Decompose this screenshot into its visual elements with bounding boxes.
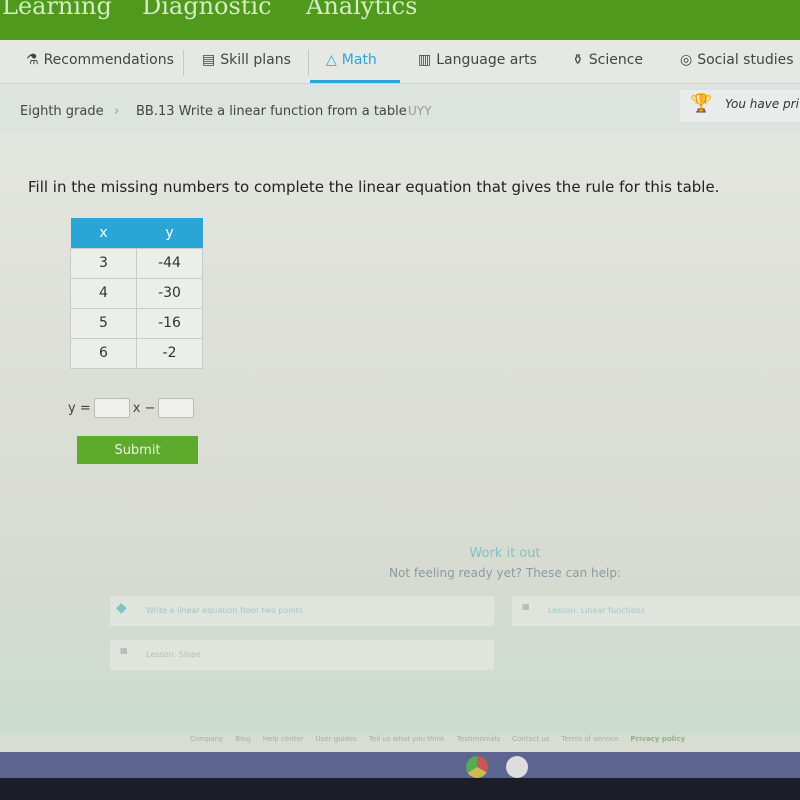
microscope-icon: ⚗ xyxy=(26,52,39,68)
help-title: Work it out xyxy=(469,546,541,561)
footer-link[interactable]: Blog xyxy=(235,735,250,743)
footer-link[interactable]: Privacy policy xyxy=(630,735,685,743)
chrome-icon[interactable] xyxy=(466,756,488,778)
breadcrumb-grade[interactable]: Eighth grade xyxy=(20,104,104,119)
book-icon: ▥ xyxy=(418,52,432,68)
active-tab-indicator xyxy=(310,80,400,83)
table-row: 4 -30 xyxy=(70,277,203,309)
table-row: 6 -2 xyxy=(70,337,203,369)
help-lesson-linear[interactable]: ▦ Lesson: Linear functions xyxy=(512,596,800,626)
trophy-icon: 🏆 xyxy=(690,93,713,114)
footer-links: Company Blog Help center User guides Tel… xyxy=(190,735,685,743)
tab-math[interactable]: △ Math xyxy=(326,52,377,68)
help-subtitle: Not feeling ready yet? These can help: xyxy=(389,566,621,580)
screen-bezel xyxy=(0,778,800,800)
tab-skill-plans[interactable]: ▤ Skill plans xyxy=(202,52,291,68)
divider xyxy=(308,50,309,76)
tab-social-studies[interactable]: ◎ Social studies xyxy=(680,52,794,68)
prize-banner[interactable]: 🏆 You have pri xyxy=(680,90,800,122)
taskbar xyxy=(0,752,800,778)
equation: y = x − xyxy=(68,398,195,418)
globe-icon: ◎ xyxy=(680,52,693,68)
pyramid-icon: △ xyxy=(326,52,337,68)
tab-language-arts[interactable]: ▥ Language arts xyxy=(418,52,537,68)
footer-link[interactable]: Help center xyxy=(263,735,304,743)
tab-recommendations[interactable]: ⚗ Recommendations xyxy=(26,52,174,68)
help-skill-link[interactable]: ◆ Write a linear equation from two points xyxy=(110,596,494,626)
xy-table: xy 3 -44 4 -30 5 -16 6 -2 xyxy=(70,218,203,369)
footer-link[interactable]: Terms of service xyxy=(562,735,619,743)
footer-link[interactable]: Company xyxy=(190,735,223,743)
intercept-input[interactable] xyxy=(158,398,195,418)
header-y: y xyxy=(136,218,203,248)
skill-code: UYY xyxy=(408,104,432,118)
help-lesson-slope[interactable]: ▦ Lesson: Slope xyxy=(110,640,494,670)
footer-link[interactable]: Contact us xyxy=(512,735,550,743)
breadcrumb-skill: BB.13 Write a linear function from a tab… xyxy=(136,104,407,119)
footer-link[interactable]: Testimonials xyxy=(457,735,500,743)
flask-icon: ⚱ xyxy=(572,52,584,68)
header-x: x xyxy=(70,218,137,248)
gmail-icon[interactable] xyxy=(506,756,528,778)
table-row: 5 -16 xyxy=(70,307,203,339)
footer-link[interactable]: Tell us what you think xyxy=(369,735,445,743)
nav-learning[interactable]: Learning xyxy=(2,0,112,20)
nav-diagnostic[interactable]: Diagnostic xyxy=(142,0,272,20)
nav-analytics[interactable]: Analytics xyxy=(306,0,417,20)
footer-link[interactable]: User guides xyxy=(316,735,357,743)
table-row: 3 -44 xyxy=(70,247,203,279)
question-text: Fill in the missing numbers to complete … xyxy=(28,178,720,196)
lesson-icon: ▦ xyxy=(120,646,128,655)
slope-input[interactable] xyxy=(93,398,130,418)
top-nav: Learning Diagnostic Analytics xyxy=(0,0,800,40)
diamond-icon: ◆ xyxy=(116,600,127,616)
tab-science[interactable]: ⚱ Science xyxy=(572,52,643,68)
lesson-icon: ▦ xyxy=(522,602,530,611)
clipboard-icon: ▤ xyxy=(202,52,216,68)
submit-button[interactable]: Submit xyxy=(77,436,198,464)
divider xyxy=(183,50,184,76)
subject-nav: ⚗ Recommendations ▤ Skill plans △ Math ▥ Lan… xyxy=(0,40,800,84)
chevron-right-icon: › xyxy=(114,104,120,119)
